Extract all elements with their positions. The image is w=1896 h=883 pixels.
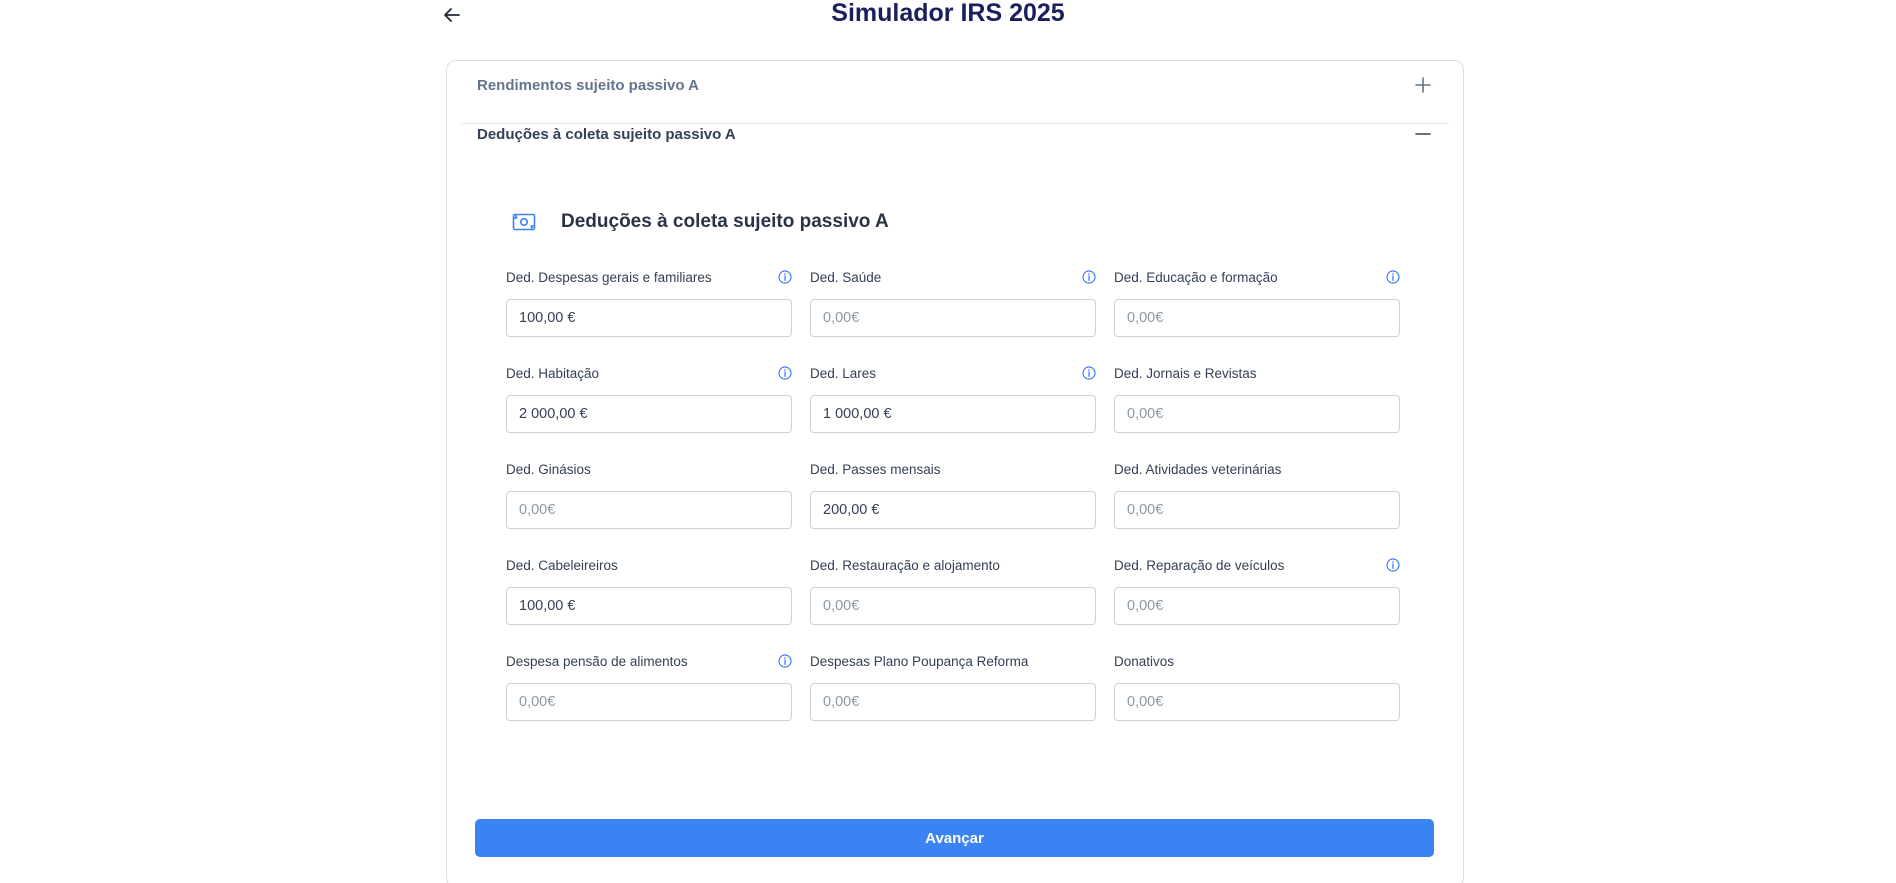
deduction-input[interactable]: [1114, 683, 1400, 721]
field-label-row: Ded. Ginásios: [506, 457, 792, 481]
deduction-input[interactable]: [810, 491, 1096, 529]
deductions-section-title: Deduções à coleta sujeito passivo A: [561, 211, 889, 232]
page-title: Simulador IRS 2025: [831, 0, 1065, 27]
deduction-field: Despesas Plano Poupança Reforma: [810, 649, 1096, 723]
field-label: Ded. Ginásios: [506, 461, 591, 477]
deduction-field: Ded. Atividades veterinárias: [1114, 457, 1400, 531]
deduction-field: Ded. Ginásios: [506, 457, 792, 531]
deduction-input[interactable]: [506, 587, 792, 625]
field-label: Ded. Saúde: [810, 269, 882, 285]
deduction-field: Ded. Restauração e alojamento: [810, 553, 1096, 627]
field-label-row: Ded. Educação e formação: [1114, 265, 1400, 289]
field-label: Ded. Habitação: [506, 365, 600, 381]
deduction-input[interactable]: [506, 299, 792, 337]
field-label-row: Donativos: [1114, 649, 1400, 673]
field-label-row: Ded. Saúde: [810, 265, 1096, 289]
deduction-field: Ded. Reparação de veículos: [1114, 553, 1400, 627]
deduction-input[interactable]: [1114, 587, 1400, 625]
field-label: Ded. Jornais e Revistas: [1114, 365, 1257, 381]
field-label: Ded. Atividades veterinárias: [1114, 461, 1282, 477]
deduction-input[interactable]: [810, 395, 1096, 433]
field-label-row: Ded. Restauração e alojamento: [810, 553, 1096, 577]
field-label-row: Ded. Jornais e Revistas: [1114, 361, 1400, 385]
info-icon[interactable]: [777, 366, 792, 381]
info-icon[interactable]: [777, 270, 792, 285]
field-label: Ded. Lares: [810, 365, 877, 381]
accordion-rendimentos-header[interactable]: Rendimentos sujeito passivo A: [461, 61, 1449, 109]
deductions-form-grid: Ded. Despesas gerais e familiares Ded. Sa…: [506, 265, 1401, 723]
field-label-row: Despesas Plano Poupança Reforma: [810, 649, 1096, 673]
deduction-input[interactable]: [1114, 491, 1400, 529]
deduction-input[interactable]: [506, 395, 792, 433]
deduction-input[interactable]: [810, 587, 1096, 625]
info-icon[interactable]: [1081, 366, 1096, 381]
field-label: Ded. Cabeleireiros: [506, 557, 618, 573]
field-label-row: Ded. Lares: [810, 361, 1096, 385]
deduction-field: Ded. Educação e formação: [1114, 265, 1400, 339]
field-label: Ded. Passes mensais: [810, 461, 941, 477]
next-button[interactable]: Avançar: [475, 819, 1434, 857]
deduction-input[interactable]: [506, 683, 792, 721]
field-label-row: Ded. Atividades veterinárias: [1114, 457, 1400, 481]
field-label-row: Ded. Cabeleireiros: [506, 553, 792, 577]
info-icon[interactable]: [1385, 270, 1400, 285]
field-label-row: Ded. Reparação de veículos: [1114, 553, 1400, 577]
deduction-field: Ded. Lares: [810, 361, 1096, 435]
money-icon: [512, 213, 536, 231]
field-label: Despesa pensão de alimentos: [506, 653, 688, 669]
minus-icon: [1413, 124, 1433, 144]
deductions-section-header: Deduções à coleta sujeito passivo A: [512, 210, 889, 234]
accordion-rendimentos-title: Rendimentos sujeito passivo A: [477, 76, 699, 94]
deduction-input[interactable]: [1114, 395, 1400, 433]
field-label: Ded. Educação e formação: [1114, 269, 1278, 285]
deduction-field: Ded. Saúde: [810, 265, 1096, 339]
field-label: Despesas Plano Poupança Reforma: [810, 653, 1029, 669]
field-label: Ded. Restauração e alojamento: [810, 557, 1000, 573]
info-icon[interactable]: [1081, 270, 1096, 285]
field-label: Ded. Reparação de veículos: [1114, 557, 1285, 573]
accordion-deducoes-header[interactable]: Deduções à coleta sujeito passivo A: [461, 110, 1449, 158]
field-label-row: Ded. Habitação: [506, 361, 792, 385]
deduction-input[interactable]: [810, 683, 1096, 721]
field-label: Donativos: [1114, 653, 1175, 669]
deduction-field: Ded. Jornais e Revistas: [1114, 361, 1400, 435]
accordion-deducoes-title: Deduções à coleta sujeito passivo A: [477, 125, 736, 143]
field-label-row: Ded. Despesas gerais e familiares: [506, 265, 792, 289]
deduction-field: Ded. Despesas gerais e familiares: [506, 265, 792, 339]
info-icon[interactable]: [1385, 558, 1400, 573]
deduction-field: Ded. Cabeleireiros: [506, 553, 792, 627]
info-icon[interactable]: [777, 654, 792, 669]
plus-icon: [1413, 75, 1433, 95]
deduction-field: Ded. Habitação: [506, 361, 792, 435]
deduction-input[interactable]: [1114, 299, 1400, 337]
deduction-input[interactable]: [506, 491, 792, 529]
field-label-row: Ded. Passes mensais: [810, 457, 1096, 481]
deduction-input[interactable]: [810, 299, 1096, 337]
form-card: Rendimentos sujeito passivo A Deduções à…: [446, 60, 1464, 883]
field-label: Ded. Despesas gerais e familiares: [506, 269, 712, 285]
field-label-row: Despesa pensão de alimentos: [506, 649, 792, 673]
deduction-field: Donativos: [1114, 649, 1400, 723]
deduction-field: Ded. Passes mensais: [810, 457, 1096, 531]
deduction-field: Despesa pensão de alimentos: [506, 649, 792, 723]
